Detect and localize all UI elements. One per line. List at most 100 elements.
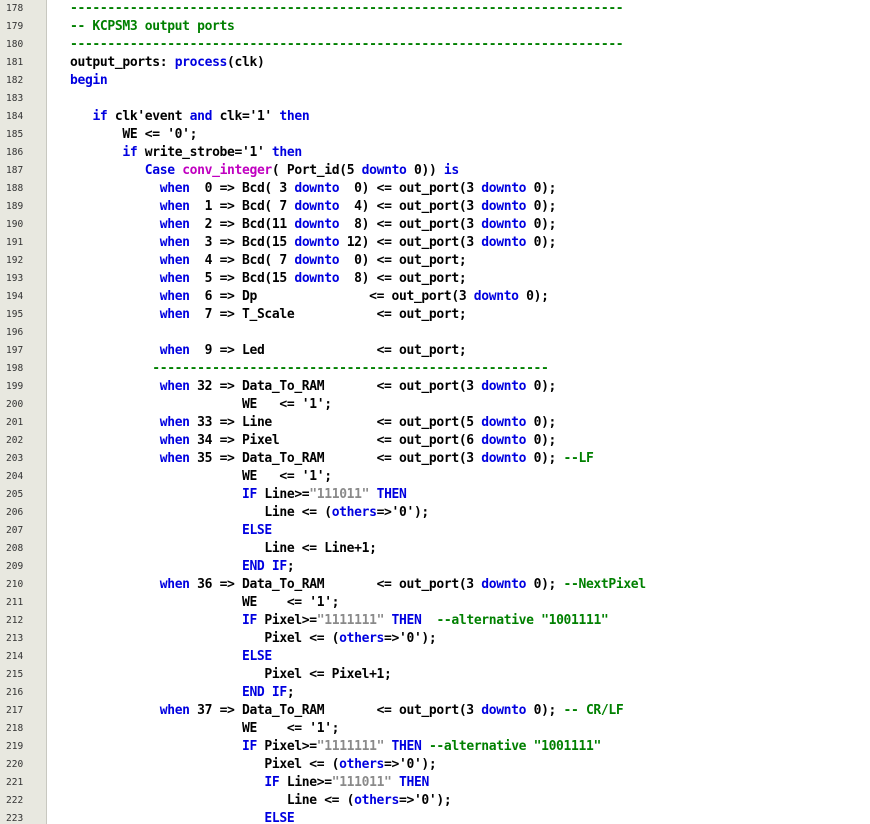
code-editor[interactable]: 178 -------------------------------------… (0, 0, 870, 824)
code-line[interactable]: 204 WE <= '1'; (0, 468, 870, 486)
keyword-token: when (159, 235, 190, 250)
code-line[interactable]: 182 begin (0, 72, 870, 90)
code-text: WE <= '0'; (70, 126, 197, 144)
code-line[interactable]: 214 ELSE (0, 648, 870, 666)
line-number: 212 (6, 615, 24, 626)
code-text: Line <= Line+1; (70, 540, 377, 558)
code-line[interactable]: 190 when 2 => Bcd(11 downto 8) <= out_po… (0, 216, 870, 234)
comment-token: -- CR/LF (563, 703, 624, 718)
string-literal-token: "1111111" (316, 613, 385, 628)
keyword-token: when (159, 307, 190, 322)
keyword-token: ELSE (241, 523, 272, 538)
line-number: 209 (6, 561, 24, 572)
code-line[interactable]: 221 IF Line>="111011" THEN (0, 774, 870, 792)
keyword-token: downto (481, 703, 527, 718)
code-line[interactable]: 178 -------------------------------------… (0, 0, 870, 18)
code-line[interactable]: 212 IF Pixel>="1111111" THEN --alternati… (0, 612, 870, 630)
code-line[interactable]: 203 when 35 => Data_To_RAM <= out_port(3… (0, 450, 870, 468)
code-line[interactable]: 218 WE <= '1'; (0, 720, 870, 738)
line-number: 223 (6, 813, 24, 824)
code-token: output_ports: (70, 55, 175, 70)
code-line[interactable]: 202 when 34 => Pixel <= out_port(6 downt… (0, 432, 870, 450)
line-number: 210 (6, 579, 24, 590)
code-token: ; (286, 685, 295, 700)
code-line[interactable]: 215 Pixel <= Pixel+1; (0, 666, 870, 684)
code-line[interactable]: 181 output_ports: process(clk) (0, 54, 870, 72)
code-line[interactable]: 194 when 6 => Dp <= out_port(3 downto 0)… (0, 288, 870, 306)
code-line[interactable]: 211 WE <= '1'; (0, 594, 870, 612)
line-number: 187 (6, 165, 24, 176)
code-token: 6 => Dp <= out_port(3 (189, 289, 474, 304)
code-line[interactable]: 192 when 4 => Bcd( 7 downto 0) <= out_po… (0, 252, 870, 270)
code-line[interactable]: 191 when 3 => Bcd(15 downto 12) <= out_p… (0, 234, 870, 252)
code-line[interactable]: 196 (0, 324, 870, 342)
code-line[interactable]: 213 Pixel <= (others=>'0'); (0, 630, 870, 648)
code-area[interactable]: 178 -------------------------------------… (0, 0, 870, 824)
code-line[interactable]: 216 END IF; (0, 684, 870, 702)
code-line[interactable]: 217 when 37 => Data_To_RAM <= out_port(3… (0, 702, 870, 720)
line-number: 178 (6, 3, 24, 14)
line-number: 179 (6, 21, 24, 32)
code-line[interactable]: 220 Pixel <= (others=>'0'); (0, 756, 870, 774)
code-line[interactable]: 223 ELSE (0, 810, 870, 824)
code-line[interactable]: 219 IF Pixel>="1111111" THEN --alternati… (0, 738, 870, 756)
code-text: IF Pixel>="1111111" THEN --alternative "… (70, 738, 601, 756)
code-text: WE <= '1'; (70, 720, 340, 738)
code-token: 12) <= out_port(3 (339, 235, 482, 250)
code-line[interactable]: 205 IF Line>="111011" THEN (0, 486, 870, 504)
code-text: Line <= (others=>'0'); (70, 792, 452, 810)
code-line[interactable]: 180 -------------------------------------… (0, 36, 870, 54)
code-line[interactable]: 198 ------------------------------------… (0, 360, 870, 378)
code-line[interactable]: 195 when 7 => T_Scale <= out_port; (0, 306, 870, 324)
code-token: Pixel <= ( (70, 757, 340, 772)
code-text: when 36 => Data_To_RAM <= out_port(3 dow… (70, 576, 646, 594)
code-line[interactable]: 222 Line <= (others=>'0'); (0, 792, 870, 810)
code-line[interactable]: 207 ELSE (0, 522, 870, 540)
code-line[interactable]: 193 when 5 => Bcd(15 downto 8) <= out_po… (0, 270, 870, 288)
keyword-token: END IF (241, 685, 287, 700)
code-line[interactable]: 210 when 36 => Data_To_RAM <= out_port(3… (0, 576, 870, 594)
code-text: ----------------------------------------… (70, 360, 549, 378)
keyword-token: downto (294, 199, 340, 214)
code-token: =>'0'); (376, 505, 430, 520)
code-line[interactable]: 197 when 9 => Led <= out_port; (0, 342, 870, 360)
code-token: 3 => Bcd(15 (189, 235, 295, 250)
code-text: output_ports: process(clk) (70, 54, 265, 72)
code-line[interactable]: 183 (0, 90, 870, 108)
code-token: 0); (526, 199, 557, 214)
code-line[interactable]: 206 Line <= (others=>'0'); (0, 504, 870, 522)
code-token: Pixel <= ( (70, 631, 340, 646)
code-line[interactable]: 187 Case conv_integer( Port_id(5 downto … (0, 162, 870, 180)
code-text: END IF; (70, 684, 295, 702)
code-line[interactable]: 199 when 32 => Data_To_RAM <= out_port(3… (0, 378, 870, 396)
keyword-token: THEN (391, 739, 422, 754)
keyword-token: ELSE (241, 649, 272, 664)
code-line[interactable]: 186 if write_strobe='1' then (0, 144, 870, 162)
code-text: Pixel <= Pixel+1; (70, 666, 391, 684)
keyword-token: begin (70, 73, 108, 88)
code-line[interactable]: 201 when 33 => Line <= out_port(5 downto… (0, 414, 870, 432)
keyword-token: process (174, 55, 228, 70)
code-line[interactable]: 179 -- KCPSM3 output ports (0, 18, 870, 36)
code-line[interactable]: 200 WE <= '1'; (0, 396, 870, 414)
code-text: when 34 => Pixel <= out_port(6 downto 0)… (70, 432, 557, 450)
code-token: ; (286, 559, 295, 574)
keyword-token: IF (241, 613, 257, 628)
code-line[interactable]: 184 if clk'event and clk='1' then (0, 108, 870, 126)
code-text: Line <= (others=>'0'); (70, 504, 429, 522)
line-number: 194 (6, 291, 24, 302)
code-line[interactable]: 185 WE <= '0'; (0, 126, 870, 144)
code-line[interactable]: 188 when 0 => Bcd( 3 downto 0) <= out_po… (0, 180, 870, 198)
code-line[interactable]: 208 Line <= Line+1; (0, 540, 870, 558)
line-number: 192 (6, 255, 24, 266)
code-line[interactable]: 189 when 1 => Bcd( 7 downto 4) <= out_po… (0, 198, 870, 216)
code-line[interactable]: 209 END IF; (0, 558, 870, 576)
code-token: 2 => Bcd(11 (189, 217, 295, 232)
keyword-token: THEN (391, 613, 422, 628)
